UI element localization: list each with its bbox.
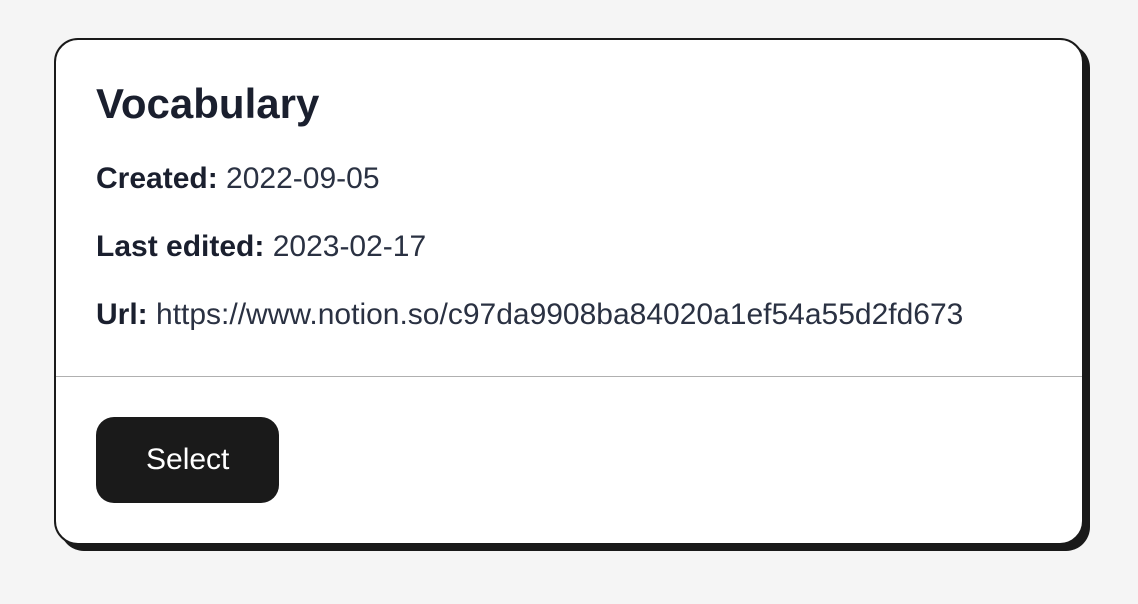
last-edited-value: 2023-02-17 xyxy=(273,230,426,263)
created-label: Created: xyxy=(96,162,218,195)
last-edited-label: Last edited: xyxy=(96,230,264,263)
created-value: 2022-09-05 xyxy=(226,162,379,195)
select-button[interactable]: Select xyxy=(96,417,279,503)
url-row: Url: https://www.notion.so/c97da9908ba84… xyxy=(96,294,1042,336)
card-body: Vocabulary Created: 2022-09-05 Last edit… xyxy=(56,40,1082,376)
url-label: Url: xyxy=(96,298,148,331)
card-footer: Select xyxy=(56,376,1082,543)
created-row: Created: 2022-09-05 xyxy=(96,158,1042,200)
vocabulary-card: Vocabulary Created: 2022-09-05 Last edit… xyxy=(54,38,1084,545)
card-title: Vocabulary xyxy=(96,80,1042,128)
url-value: https://www.notion.so/c97da9908ba84020a1… xyxy=(156,298,963,331)
last-edited-row: Last edited: 2023-02-17 xyxy=(96,226,1042,268)
